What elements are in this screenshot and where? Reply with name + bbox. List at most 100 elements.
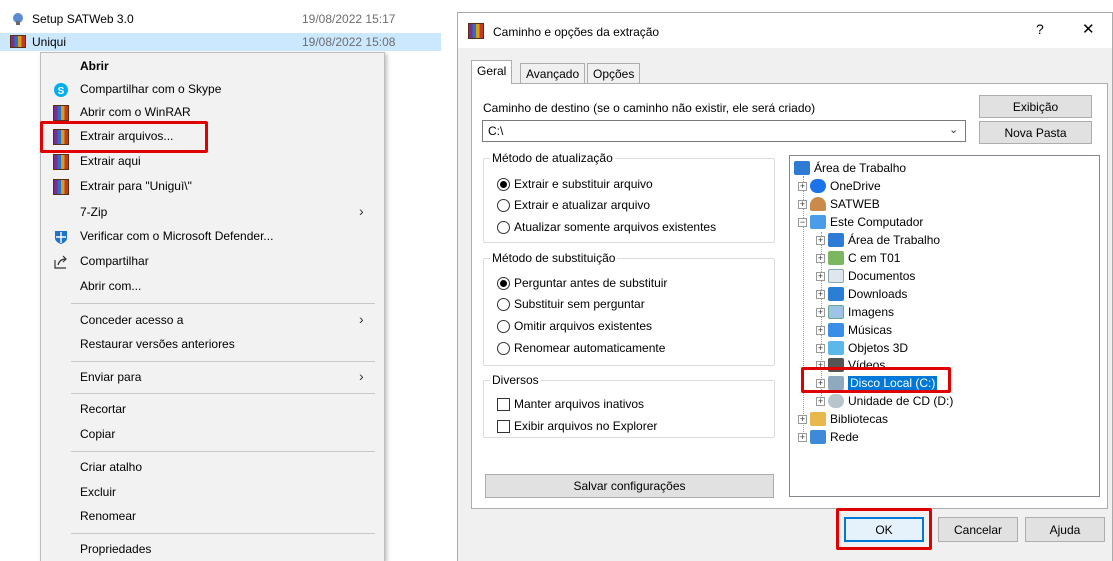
menu-item-recortar[interactable]: Recortar bbox=[41, 398, 384, 422]
winrar-icon bbox=[10, 35, 26, 49]
file-name: Setup SATWeb 3.0 bbox=[32, 12, 134, 26]
radio-dot bbox=[497, 297, 510, 311]
radio-atualizar-existentes[interactable]: Atualizar somente arquivos existentes bbox=[497, 220, 716, 234]
help-icon[interactable]: ? bbox=[1036, 21, 1044, 37]
nova-pasta-button[interactable]: Nova Pasta bbox=[979, 121, 1092, 144]
expand-icon: + bbox=[816, 288, 825, 299]
menu-item-7zip[interactable]: 7-Zip › bbox=[41, 201, 384, 225]
menu-item-copiar[interactable]: Copiar bbox=[41, 423, 384, 447]
tree-node-area-de-trabalho-pc[interactable]: + Área de Trabalho bbox=[816, 231, 940, 249]
radio-extrair-substituir[interactable]: Extrair e substituir arquivo bbox=[497, 177, 653, 191]
svg-text:S: S bbox=[58, 86, 65, 97]
menu-separator bbox=[71, 303, 375, 304]
tree-node-rede[interactable]: + Rede bbox=[798, 428, 859, 446]
menu-item-excluir[interactable]: Excluir bbox=[41, 481, 384, 505]
winrar-icon bbox=[53, 154, 69, 170]
button-label: Exibição bbox=[1012, 99, 1059, 114]
documents-icon bbox=[828, 269, 844, 283]
option-label: Renomear automaticamente bbox=[514, 341, 666, 355]
cancel-button[interactable]: Cancelar bbox=[938, 517, 1018, 542]
tree-node-videos[interactable]: + Vídeos bbox=[816, 356, 885, 374]
menu-item-label: Propriedades bbox=[80, 542, 152, 556]
tab-geral[interactable]: Geral bbox=[471, 60, 513, 84]
tree-node-disco-local[interactable]: + Disco Local (C:) bbox=[816, 374, 938, 392]
expand-icon: + bbox=[816, 270, 825, 281]
winrar-icon bbox=[53, 179, 69, 195]
menu-item-renomear[interactable]: Renomear bbox=[41, 505, 384, 529]
checkbox-exibir-explorer[interactable]: Exibir arquivos no Explorer bbox=[497, 419, 657, 433]
radio-omitir[interactable]: Omitir arquivos existentes bbox=[497, 319, 652, 333]
tab-avancado[interactable]: Avançado bbox=[520, 63, 586, 84]
button-label: Salvar configurações bbox=[573, 479, 686, 493]
menu-item-restaurar-versoes[interactable]: Restaurar versões anteriores bbox=[41, 333, 384, 357]
tree-label: Disco Local (C:) bbox=[848, 376, 938, 390]
radio-extrair-atualizar[interactable]: Extrair e atualizar arquivo bbox=[497, 198, 650, 212]
button-label: Ajuda bbox=[1049, 522, 1081, 537]
menu-item-abrir-winrar[interactable]: Abrir com o WinRAR bbox=[41, 101, 384, 125]
tree-node-onedrive[interactable]: + OneDrive bbox=[798, 177, 881, 195]
menu-item-extrair-arquivos[interactable]: Extrair arquivos... bbox=[41, 125, 384, 149]
menu-item-label: Verificar com o Microsoft Defender... bbox=[80, 229, 274, 243]
tree-node-satweb[interactable]: + SATWEB bbox=[798, 195, 880, 213]
ok-button[interactable]: OK bbox=[844, 517, 924, 542]
menu-item-conceder-acesso[interactable]: Conceder acesso a › bbox=[41, 309, 384, 333]
menu-item-abrir-com[interactable]: Abrir com... bbox=[41, 275, 384, 299]
radio-perguntar[interactable]: Perguntar antes de substituir bbox=[497, 276, 667, 290]
tree-label: Área de Trabalho bbox=[814, 161, 907, 175]
option-label: Omitir arquivos existentes bbox=[514, 319, 653, 333]
menu-item-label: 7-Zip bbox=[80, 205, 108, 219]
tree-label: Documentos bbox=[848, 269, 916, 283]
radio-dot bbox=[497, 198, 510, 212]
radio-dot bbox=[497, 177, 510, 191]
tree-label: Área de Trabalho bbox=[848, 233, 941, 247]
option-label: Extrair e substituir arquivo bbox=[514, 177, 653, 191]
save-settings-button[interactable]: Salvar configurações bbox=[485, 474, 774, 498]
menu-item-compartilhar[interactable]: Compartilhar bbox=[41, 250, 384, 274]
menu-item-defender[interactable]: Verificar com o Microsoft Defender... bbox=[41, 225, 384, 249]
menu-item-label: Abrir com... bbox=[80, 279, 142, 293]
tree-node-area-de-trabalho[interactable]: Área de Trabalho bbox=[794, 159, 906, 177]
tab-opcoes[interactable]: Opções bbox=[587, 63, 641, 84]
user-icon bbox=[810, 197, 826, 211]
tree-node-bibliotecas[interactable]: + Bibliotecas bbox=[798, 410, 888, 428]
menu-item-propriedades[interactable]: Propriedades bbox=[41, 538, 384, 561]
radio-substituir-sem-perguntar[interactable]: Substituir sem perguntar bbox=[497, 297, 645, 311]
file-row-setup-satweb[interactable]: Setup SATWeb 3.0 19/08/2022 15:17 bbox=[0, 10, 441, 28]
tree-label: Unidade de CD (D:) bbox=[848, 394, 954, 408]
file-name: Uniqui bbox=[32, 35, 67, 49]
menu-item-enviar-para[interactable]: Enviar para › bbox=[41, 366, 384, 390]
tree-node-este-computador[interactable]: − Este Computador bbox=[798, 213, 923, 231]
menu-item-criar-atalho[interactable]: Criar atalho bbox=[41, 456, 384, 480]
menu-item-label: Restaurar versões anteriores bbox=[80, 337, 235, 351]
file-row-uniqui[interactable]: Uniqui 19/08/2022 15:08 bbox=[0, 33, 441, 51]
destination-combobox[interactable]: C:\ ⌄ bbox=[482, 120, 966, 142]
tree-node-downloads[interactable]: + Downloads bbox=[816, 285, 907, 303]
dialog-titlebar: Caminho e opções da extração ? ✕ bbox=[458, 13, 1112, 48]
dialog-title: Caminho e opções da extração bbox=[493, 25, 660, 39]
tree-node-unidade-cd[interactable]: + Unidade de CD (D:) bbox=[816, 392, 953, 410]
radio-renomear[interactable]: Renomear automaticamente bbox=[497, 341, 665, 355]
menu-item-skype[interactable]: S Compartilhar com o Skype bbox=[41, 78, 384, 102]
onedrive-icon bbox=[810, 179, 826, 193]
objects3d-icon bbox=[828, 341, 844, 355]
expand-icon: + bbox=[798, 198, 807, 209]
button-label: Cancelar bbox=[953, 522, 1003, 537]
menu-item-extrair-para[interactable]: Extrair para "Uniguì\" bbox=[41, 175, 384, 199]
menu-item-extrair-aqui[interactable]: Extrair aqui bbox=[41, 150, 384, 174]
menu-item-label: Excluir bbox=[80, 485, 117, 499]
tree-node-musicas[interactable]: + Músicas bbox=[816, 321, 892, 339]
checkbox-manter-inativos[interactable]: Manter arquivos inativos bbox=[497, 397, 644, 411]
defender-icon bbox=[55, 231, 67, 244]
tree-node-c-em-t01[interactable]: + C em T01 bbox=[816, 249, 900, 267]
tree-node-documentos[interactable]: + Documentos bbox=[816, 267, 915, 285]
tree-node-imagens[interactable]: + Imagens bbox=[816, 303, 894, 321]
expand-icon: + bbox=[816, 342, 825, 353]
exibicao-button[interactable]: Exibição bbox=[979, 95, 1092, 118]
help-button[interactable]: Ajuda bbox=[1025, 517, 1105, 542]
menu-item-abrir[interactable]: Abrir bbox=[41, 55, 384, 79]
tree-label: SATWEB bbox=[830, 197, 880, 211]
close-icon[interactable]: ✕ bbox=[1082, 20, 1095, 38]
tree-node-objetos-3d[interactable]: + Objetos 3D bbox=[816, 339, 908, 357]
expand-icon: + bbox=[798, 180, 807, 191]
expand-icon: + bbox=[798, 413, 807, 424]
